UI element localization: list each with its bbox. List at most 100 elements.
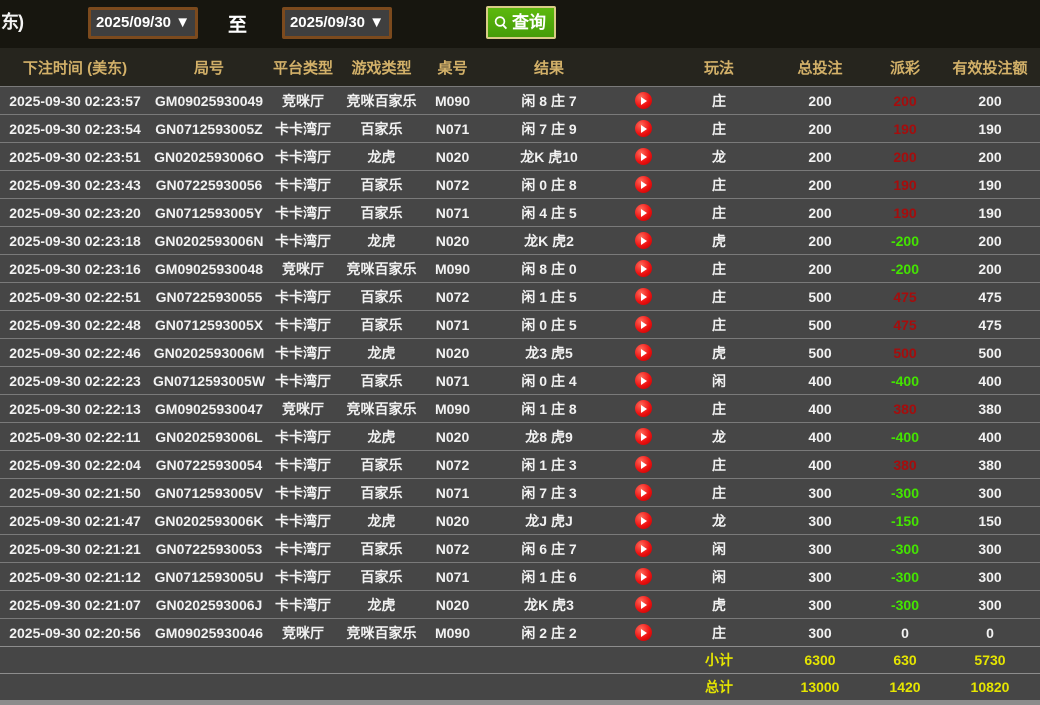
cell-valid: 475 — [940, 283, 1040, 311]
cell-result: 闲 0 庄 5 — [480, 311, 618, 339]
play-icon[interactable] — [635, 204, 652, 221]
cell-table: M090 — [425, 255, 480, 283]
cell-play-media — [618, 591, 668, 619]
play-icon[interactable] — [635, 176, 652, 193]
cell-round: GN07225930054 — [150, 451, 268, 479]
play-icon[interactable] — [635, 232, 652, 249]
col-header-valid: 有效投注额 — [940, 48, 1040, 87]
cell-payout: 500 — [870, 339, 940, 367]
cell-bet: 200 — [770, 115, 870, 143]
table-row: 2025-09-30 02:22:46GN0202593006M卡卡湾厅龙虎N0… — [0, 339, 1040, 367]
table-row: 2025-09-30 02:22:04GN07225930054卡卡湾厅百家乐N… — [0, 451, 1040, 479]
table-header: 下注时间 (美东)局号平台类型游戏类型桌号结果玩法总投注派彩有效投注额 — [0, 48, 1040, 87]
cell-round: GN0202593006N — [150, 227, 268, 255]
cell-round: GN07225930055 — [150, 283, 268, 311]
cell-bet: 300 — [770, 619, 870, 647]
cell-result: 龙K 虎2 — [480, 227, 618, 255]
play-icon[interactable] — [635, 288, 652, 305]
cell-payout: -200 — [870, 227, 940, 255]
play-icon[interactable] — [635, 596, 652, 613]
date-range-to-label: 至 — [228, 10, 247, 37]
cell-bet: 300 — [770, 535, 870, 563]
cell-time: 2025-09-30 02:23:54 — [0, 115, 150, 143]
query-button-label: 查询 — [512, 8, 546, 37]
cell-time: 2025-09-30 02:21:21 — [0, 535, 150, 563]
footer-empty-cell — [0, 674, 668, 701]
cell-platform: 卡卡湾厅 — [268, 479, 338, 507]
play-icon[interactable] — [635, 372, 652, 389]
cell-time: 2025-09-30 02:23:57 — [0, 87, 150, 115]
date-to-select[interactable]: 2025/09/30 ▼ — [282, 7, 392, 39]
cell-play: 庄 — [668, 115, 770, 143]
play-icon[interactable] — [635, 260, 652, 277]
play-icon[interactable] — [635, 92, 652, 109]
cell-play-media — [618, 171, 668, 199]
footer-valid-total: 5730 — [940, 647, 1040, 674]
table-row: 2025-09-30 02:22:11GN0202593006L卡卡湾厅龙虎N0… — [0, 423, 1040, 451]
cell-bet: 200 — [770, 143, 870, 171]
cell-payout: 380 — [870, 451, 940, 479]
query-button[interactable]: 查询 — [486, 6, 556, 39]
play-icon[interactable] — [635, 428, 652, 445]
col-header-payout: 派彩 — [870, 48, 940, 87]
cell-valid: 475 — [940, 311, 1040, 339]
cell-bet: 400 — [770, 367, 870, 395]
bottom-strip — [0, 700, 1040, 705]
cell-bet: 200 — [770, 255, 870, 283]
toolbar: 东) 2025/09/30 ▼ 至 2025/09/30 ▼ 查询 — [0, 0, 1040, 48]
cell-play-media — [618, 423, 668, 451]
play-icon[interactable] — [635, 512, 652, 529]
play-icon[interactable] — [635, 540, 652, 557]
col-header-time: 下注时间 (美东) — [0, 48, 150, 87]
play-icon[interactable] — [635, 568, 652, 585]
cell-result: 龙J 虎J — [480, 507, 618, 535]
footer-label: 总计 — [668, 674, 770, 701]
cell-valid: 380 — [940, 395, 1040, 423]
cell-play-media — [618, 367, 668, 395]
cell-platform: 卡卡湾厅 — [268, 423, 338, 451]
cell-valid: 300 — [940, 563, 1040, 591]
cell-result: 闲 2 庄 2 — [480, 619, 618, 647]
table-row: 2025-09-30 02:21:21GN07225930053卡卡湾厅百家乐N… — [0, 535, 1040, 563]
cell-game: 龙虎 — [338, 423, 425, 451]
cell-table: N071 — [425, 563, 480, 591]
cell-platform: 卡卡湾厅 — [268, 199, 338, 227]
cell-play-media — [618, 507, 668, 535]
cell-platform: 卡卡湾厅 — [268, 143, 338, 171]
cell-play-media — [618, 255, 668, 283]
cell-time: 2025-09-30 02:23:43 — [0, 171, 150, 199]
cell-result: 闲 1 庄 5 — [480, 283, 618, 311]
cell-valid: 300 — [940, 591, 1040, 619]
table-row: 2025-09-30 02:21:12GN0712593005U卡卡湾厅百家乐N… — [0, 563, 1040, 591]
cell-bet: 200 — [770, 87, 870, 115]
play-icon[interactable] — [635, 624, 652, 641]
cell-game: 竞咪百家乐 — [338, 619, 425, 647]
bet-records-table: 下注时间 (美东)局号平台类型游戏类型桌号结果玩法总投注派彩有效投注额 2025… — [0, 48, 1040, 700]
play-icon[interactable] — [635, 148, 652, 165]
cell-valid: 0 — [940, 619, 1040, 647]
cell-time: 2025-09-30 02:21:50 — [0, 479, 150, 507]
cell-play: 庄 — [668, 283, 770, 311]
cell-result: 龙K 虎3 — [480, 591, 618, 619]
cell-platform: 卡卡湾厅 — [268, 283, 338, 311]
table-row: 2025-09-30 02:23:51GN0202593006O卡卡湾厅龙虎N0… — [0, 143, 1040, 171]
date-from-select[interactable]: 2025/09/30 ▼ — [88, 7, 198, 39]
cell-time: 2025-09-30 02:22:11 — [0, 423, 150, 451]
play-icon[interactable] — [635, 484, 652, 501]
cell-bet: 500 — [770, 283, 870, 311]
play-icon[interactable] — [635, 120, 652, 137]
footer-bet-total: 6300 — [770, 647, 870, 674]
cell-play: 庄 — [668, 87, 770, 115]
cell-payout: 190 — [870, 115, 940, 143]
cell-bet: 400 — [770, 423, 870, 451]
cell-table: M090 — [425, 619, 480, 647]
footer-payout-total: 1420 — [870, 674, 940, 701]
play-icon[interactable] — [635, 344, 652, 361]
play-icon[interactable] — [635, 400, 652, 417]
table-row: 2025-09-30 02:21:50GN0712593005V卡卡湾厅百家乐N… — [0, 479, 1040, 507]
cell-time: 2025-09-30 02:23:20 — [0, 199, 150, 227]
play-icon[interactable] — [635, 316, 652, 333]
cell-bet: 500 — [770, 311, 870, 339]
play-icon[interactable] — [635, 456, 652, 473]
cell-platform: 竞咪厅 — [268, 619, 338, 647]
